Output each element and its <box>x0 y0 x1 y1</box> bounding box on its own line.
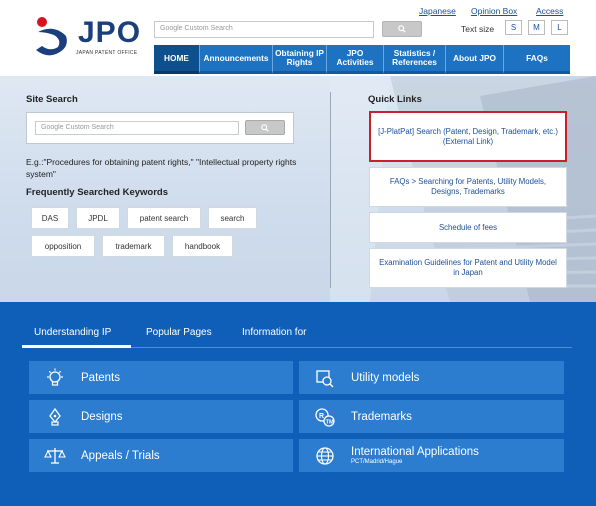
trademark-icon: R TM <box>313 405 337 429</box>
category-trademarks[interactable]: R TM Trademarks <box>299 400 564 433</box>
category-sublabel: PCT/Madrid/Hague <box>351 459 403 465</box>
nav-jpo-activities[interactable]: JPO Activities <box>327 45 384 74</box>
site-search-panel: Google Custom Search <box>26 112 294 144</box>
main-nav: HOME Announcements Obtaining IP Rights J… <box>154 45 570 74</box>
search-icon <box>398 25 406 33</box>
site-search-input[interactable]: Google Custom Search <box>35 121 239 135</box>
nav-faqs[interactable]: FAQs <box>504 45 570 74</box>
category-label: Trademarks <box>351 410 412 423</box>
link-access[interactable]: Access <box>536 6 563 16</box>
nav-obtaining-ip-rights[interactable]: Obtaining IP Rights <box>273 45 327 74</box>
nav-statistics-references[interactable]: Statistics / References <box>384 45 446 74</box>
text-size-medium-button[interactable]: M <box>528 20 545 35</box>
jpo-logo[interactable]: JPO JAPAN PATENT OFFICE <box>30 14 150 60</box>
category-patents[interactable]: Patents <box>29 361 293 394</box>
quick-link-examination-guidelines[interactable]: Examination Guidelines for Patent and Ut… <box>369 248 567 288</box>
nav-home[interactable]: HOME <box>154 45 200 74</box>
logo-subtitle: JAPAN PATENT OFFICE <box>76 50 138 56</box>
link-opinion-box[interactable]: Opinion Box <box>471 6 517 16</box>
keyword-das[interactable]: DAS <box>31 207 69 229</box>
category-designs[interactable]: Designs <box>29 400 293 433</box>
search-icon <box>261 123 269 132</box>
quick-link-schedule-of-fees[interactable]: Schedule of fees <box>369 212 567 243</box>
keyword-search[interactable]: search <box>208 207 257 229</box>
utility-model-icon <box>313 366 337 390</box>
quick-links-title: Quick Links <box>368 94 422 105</box>
lightbulb-icon <box>43 366 67 390</box>
keyword-opposition[interactable]: opposition <box>31 235 95 257</box>
site-header: JPO JAPAN PATENT OFFICE Google Custom Se… <box>0 0 596 76</box>
link-japanese[interactable]: Japanese <box>419 6 456 16</box>
tab-popular-pages[interactable]: Popular Pages <box>146 327 212 338</box>
pen-nib-icon <box>43 405 67 429</box>
category-label: Patents <box>81 371 120 384</box>
search-example-text: E.g.:"Procedures for obtaining patent ri… <box>26 157 297 179</box>
scales-icon <box>43 444 67 468</box>
site-search-title: Site Search <box>26 94 78 105</box>
quick-link-faqs-search[interactable]: FAQs > Searching for Patents, Utility Mo… <box>369 167 567 207</box>
svg-text:TM: TM <box>326 419 334 425</box>
category-label: Appeals / Trials <box>81 449 160 462</box>
nav-about-jpo[interactable]: About JPO <box>446 45 504 74</box>
category-utility-models[interactable]: Utility models <box>299 361 564 394</box>
site-search-button[interactable] <box>245 120 285 135</box>
category-label: Utility models <box>351 371 420 384</box>
keyword-handbook[interactable]: handbook <box>172 235 233 257</box>
quick-link-jplatpat[interactable]: [J-PlatPat] Search (Patent, Design, Trad… <box>369 111 567 162</box>
keywords-title: Frequently Searched Keywords <box>26 187 169 198</box>
category-appeals-trials[interactable]: Appeals / Trials <box>29 439 293 472</box>
text-size-small-button[interactable]: S <box>505 20 522 35</box>
nav-announcements[interactable]: Announcements <box>200 45 273 74</box>
hero-divider <box>330 92 331 288</box>
active-tab-indicator <box>22 345 131 348</box>
category-label: International Applications <box>351 446 479 458</box>
keyword-trademark[interactable]: trademark <box>102 235 165 257</box>
text-size-label: Text size <box>461 24 495 34</box>
keyword-patent-search[interactable]: patent search <box>127 207 201 229</box>
category-international-applications[interactable]: International Applications PCT/Madrid/Ha… <box>299 439 564 472</box>
svg-text:R: R <box>319 413 324 420</box>
category-label: Designs <box>81 410 123 423</box>
logo-text: JPO <box>78 16 142 49</box>
keyword-jpdl[interactable]: JPDL <box>76 207 120 229</box>
tab-understanding-ip[interactable]: Understanding IP <box>34 327 111 338</box>
jpo-emblem-icon <box>36 17 67 56</box>
globe-icon <box>313 444 337 468</box>
category-label-group: International Applications PCT/Madrid/Ha… <box>351 446 479 465</box>
text-size-large-button[interactable]: L <box>551 20 568 35</box>
tab-information-for[interactable]: Information for <box>242 327 306 338</box>
header-search-input[interactable]: Google Custom Search <box>154 21 374 38</box>
header-search-button[interactable] <box>382 21 422 37</box>
